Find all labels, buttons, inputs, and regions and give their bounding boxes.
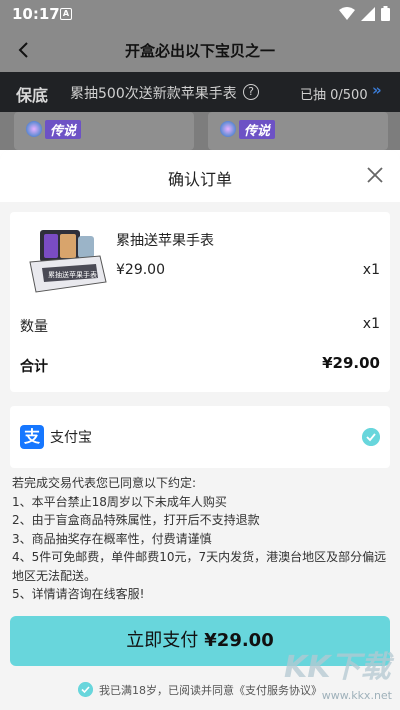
help-icon[interactable]: ? [243, 84, 259, 100]
title-bar: 开盒必出以下宝贝之一 [0, 28, 400, 72]
payment-method-alipay[interactable]: 支 支付宝 [10, 406, 390, 468]
payment-method-label: 支付宝 [50, 430, 92, 446]
check-icon[interactable] [362, 428, 380, 446]
terms-line: 1、本平台禁止18周岁以下未成年人购买 [12, 494, 227, 509]
alipay-icon: 支 [20, 425, 44, 449]
product-price: ¥29.00 [116, 262, 165, 278]
watermark-url: www.kkx.net [321, 689, 392, 702]
sheet-title: 确认订单 [167, 170, 232, 189]
terms-line: 3、商品抽奖存在概率性，付费请谨慎 [12, 531, 212, 546]
total-value: ¥29.00 [322, 354, 380, 372]
guarantee-text: 累抽500次送新款苹果手表 [70, 86, 237, 102]
sheet-header: 确认订单 [0, 150, 400, 202]
legend-badge: 传说 [220, 118, 276, 140]
gem-icon [26, 121, 42, 137]
guarantee-count: 已抽 0/500 [300, 88, 368, 103]
pay-button-label: 立即支付 [126, 630, 199, 651]
product-name: 累抽送苹果手表 [116, 233, 214, 249]
legend-badge-label: 传说 [45, 119, 82, 139]
product-image-caption: 累抽送苹果手表 [48, 270, 97, 279]
quantity-value: x1 [362, 316, 380, 332]
terms-line: 2、由于盲盒商品特殊属性，打开后不支持退款 [12, 513, 260, 527]
status-icons [339, 6, 390, 21]
quantity-label: 数量 [20, 319, 48, 335]
status-bar: 10:17 A [0, 0, 400, 28]
total-label: 合计 [20, 359, 48, 375]
product-image: 累抽送苹果手表 [29, 230, 107, 293]
signal-icon [361, 6, 375, 21]
guarantee-bar[interactable]: 保底 累抽500次送新款苹果手表 ? 已抽 0/500 » [0, 72, 400, 112]
legend-badge: 传说 [26, 118, 82, 140]
watermark-logo: KK下载 [284, 650, 391, 685]
terms-line: 4、5件可免邮费，单件邮费10元，7天内发货，港澳台地区及部分偏远地区无法配送。 [12, 550, 387, 583]
terms-line: 若完成交易代表您已同意以下约定: [12, 476, 197, 490]
gem-icon [220, 121, 236, 137]
order-card: 累抽送苹果手表 累抽送苹果手表 ¥29.00 x1 数量 x1 合计 ¥29.0… [10, 212, 390, 392]
status-time: 10:17 [12, 5, 60, 23]
product-quantity: x1 [362, 262, 380, 278]
notification-a-icon: A [60, 8, 72, 20]
confirm-order-sheet: 确认订单 累抽送苹果手表 累抽送苹果手表 ¥29.00 x1 数量 x1 合计 … [0, 150, 400, 710]
pay-button-amount: ¥29.00 [204, 630, 274, 651]
legend-badge-label: 传说 [239, 119, 276, 139]
battery-icon [381, 6, 390, 21]
wifi-icon [339, 6, 355, 20]
page-title: 开盒必出以下宝贝之一 [124, 42, 275, 60]
agree-check-icon[interactable] [78, 682, 93, 697]
card-strip: 传说 传说 [0, 112, 400, 150]
terms-text: 若完成交易代表您已同意以下约定: 1、本平台禁止18周岁以下未成年人购买 2、由… [12, 474, 390, 604]
guarantee-tag: 保底 [16, 86, 49, 105]
terms-line: 5、详情请咨询在线客服! [12, 587, 145, 601]
close-icon[interactable] [364, 164, 386, 186]
double-chevron-right-icon[interactable]: » [372, 81, 382, 99]
site-watermark: KK下载 www.kkx.net [284, 640, 396, 706]
